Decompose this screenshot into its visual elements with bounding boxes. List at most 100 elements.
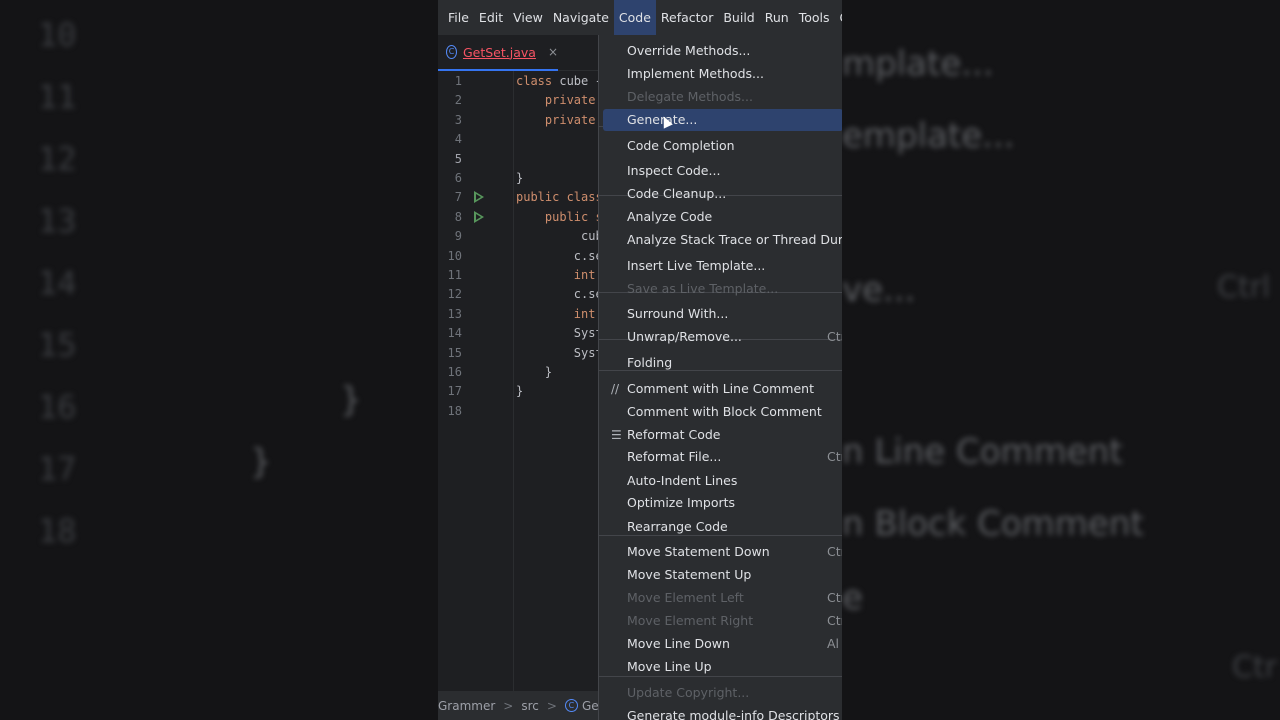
line-number: 11: [447, 268, 462, 282]
code-text: Syst: [516, 345, 603, 360]
breadcrumb-separator: >: [546, 698, 557, 713]
menu-item-folding[interactable]: Folding: [603, 352, 842, 374]
menu-item-move-line-down[interactable]: Move Line Down Al: [603, 633, 842, 655]
line-number: 3: [454, 112, 462, 127]
menu-item-comment-with-block-comment[interactable]: Comment with Block Comment: [603, 401, 842, 423]
code-text: }: [516, 365, 553, 379]
menu-item-implement-methods[interactable]: Implement Methods...: [603, 63, 842, 85]
menu-item-delegate-methods: Delegate Methods...: [603, 86, 842, 108]
run-icon[interactable]: [474, 210, 484, 223]
menu-item-unwrap-remove[interactable]: Unwrap/Remove... Ctrl: [603, 326, 842, 348]
menu-refactor[interactable]: Refactor: [656, 0, 718, 35]
menu-item-shortcut: Ctrl+: [827, 590, 842, 605]
menu-item-label: Reformat Code: [627, 427, 721, 442]
code-text: class cube {: [516, 74, 603, 88]
code-text: private: [516, 112, 596, 127]
breadcrumb-separator: >: [503, 698, 514, 713]
menu-item-shortcut: Ctr: [827, 544, 842, 559]
tab-getset-java[interactable]: C GetSet.java ×: [438, 35, 558, 71]
menu-item-analyze-stack-trace-or-thread-dump[interactable]: Analyze Stack Trace or Thread Dump...: [603, 229, 842, 251]
menu-item-label: Analyze Stack Trace or Thread Dump...: [627, 232, 842, 247]
menu-item-label: Insert Live Template...: [627, 258, 766, 273]
menu-item-code-cleanup[interactable]: Code Cleanup...: [603, 183, 842, 205]
menu-tools[interactable]: Tools: [794, 0, 835, 35]
reformat-icon: ☰: [611, 428, 622, 442]
tab-filename: GetSet.java: [462, 44, 536, 60]
menu-bar: File Edit View Navigate Code Refactor Build Run…: [438, 0, 842, 35]
breadcrumb-src[interactable]: src: [521, 699, 539, 713]
menu-item-label: Generate module-info Descriptors: [627, 708, 840, 720]
code-menu-dropdown: Override Methods... Implement Methods... D…: [598, 35, 842, 720]
menu-item-surround-with[interactable]: Surround With...: [603, 303, 842, 325]
menu-edit[interactable]: Edit: [474, 0, 508, 35]
menu-item-label: Save as Live Template...: [627, 281, 779, 296]
menu-item-label: Optimize Imports: [627, 495, 736, 510]
code-text: public s: [516, 209, 603, 224]
menu-item-label: Comment with Line Comment: [627, 381, 814, 396]
menu-file[interactable]: File: [443, 0, 474, 35]
menu-item-move-statement-down[interactable]: Move Statement Down Ctr: [603, 541, 842, 563]
menu-item-rearrange-code[interactable]: Rearrange Code: [603, 516, 842, 538]
breadcrumb-project[interactable]: Grammer: [438, 699, 495, 713]
blurred-line-number: 11: [38, 78, 77, 116]
line-number: 10: [447, 248, 462, 263]
menu-item-move-line-up[interactable]: Move Line Up: [603, 656, 842, 678]
menu-item-optimize-imports[interactable]: Optimize Imports: [603, 492, 842, 514]
menu-item-save-as-live-template: Save as Live Template...: [603, 278, 842, 300]
menu-item-reformat-file[interactable]: Reformat File... Ctr: [603, 446, 842, 468]
menu-git[interactable]: Git: [835, 0, 843, 35]
menu-run[interactable]: Run: [760, 0, 794, 35]
line-number: 1: [454, 74, 462, 88]
menu-item-move-statement-up[interactable]: Move Statement Up: [603, 564, 842, 586]
menu-view[interactable]: View: [508, 0, 548, 35]
menu-code[interactable]: Code: [613, 0, 656, 35]
menu-item-code-completion[interactable]: Code Completion: [603, 135, 842, 157]
menu-item-analyze-code[interactable]: Analyze Code: [603, 206, 842, 228]
line-number: 15: [447, 345, 462, 360]
menu-item-label: Surround With...: [627, 306, 729, 321]
line-number: 16: [447, 365, 462, 379]
menu-item-reformat-code[interactable]: ☰ Reformat Code: [603, 424, 842, 446]
comment-icon: //: [611, 382, 620, 396]
menu-item-insert-live-template[interactable]: Insert Live Template...: [603, 255, 842, 277]
line-number: 6: [454, 171, 462, 185]
menu-navigate[interactable]: Navigate: [548, 0, 614, 35]
blurred-line-number: 15: [38, 326, 77, 364]
menu-item-label: Rearrange Code: [627, 519, 728, 534]
line-number: 5: [454, 151, 462, 166]
menu-build[interactable]: Build: [718, 0, 759, 35]
menu-item-shortcut: Al: [827, 636, 840, 651]
code-text: }: [516, 384, 524, 399]
line-number: 13: [447, 306, 462, 321]
line-number: 17: [447, 384, 462, 399]
menu-item-label: Update Copyright...: [627, 685, 750, 700]
menu-item-shortcut: Ctrl: [827, 329, 842, 344]
menu-item-move-element-right: Move Element Right Ctrl+A: [603, 610, 842, 632]
code-text: int: [516, 306, 596, 321]
blurred-menu-text: e: [842, 578, 863, 618]
menu-item-auto-indent-lines[interactable]: Auto-Indent Lines: [603, 470, 842, 492]
line-number: 18: [447, 403, 462, 418]
blurred-line-number: 12: [38, 140, 77, 178]
blurred-menu-text: Ctr: [1232, 650, 1278, 685]
menu-item-inspect-code[interactable]: Inspect Code...: [603, 160, 842, 182]
line-number: 2: [454, 93, 462, 108]
menu-item-comment-with-line-comment[interactable]: // Comment with Line Comment: [603, 378, 842, 400]
run-icon[interactable]: [474, 191, 484, 204]
menu-item-shortcut: Ctrl+A: [827, 613, 842, 628]
menu-item-override-methods[interactable]: Override Methods...: [603, 40, 842, 62]
menu-item-label: Override Methods...: [627, 43, 751, 58]
menu-item-generate[interactable]: Generate...: [603, 109, 842, 131]
menu-item-label: Move Line Down: [627, 636, 730, 651]
code-text: cub: [516, 229, 603, 244]
class-icon: C: [446, 45, 457, 59]
menu-item-label: Reformat File...: [627, 449, 722, 464]
menu-item-label: Analyze Code: [627, 209, 713, 224]
blurred-menu-text: n Line Comment: [842, 432, 1123, 472]
menu-item-label: Unwrap/Remove...: [627, 329, 742, 344]
code-text: public class: [516, 190, 603, 205]
close-icon[interactable]: ×: [548, 45, 558, 59]
menu-item-label: Comment with Block Comment: [627, 404, 822, 419]
blurred-line-number: 17: [38, 450, 77, 488]
menu-item-generate-module-info-descriptors[interactable]: Generate module-info Descriptors: [603, 705, 842, 720]
